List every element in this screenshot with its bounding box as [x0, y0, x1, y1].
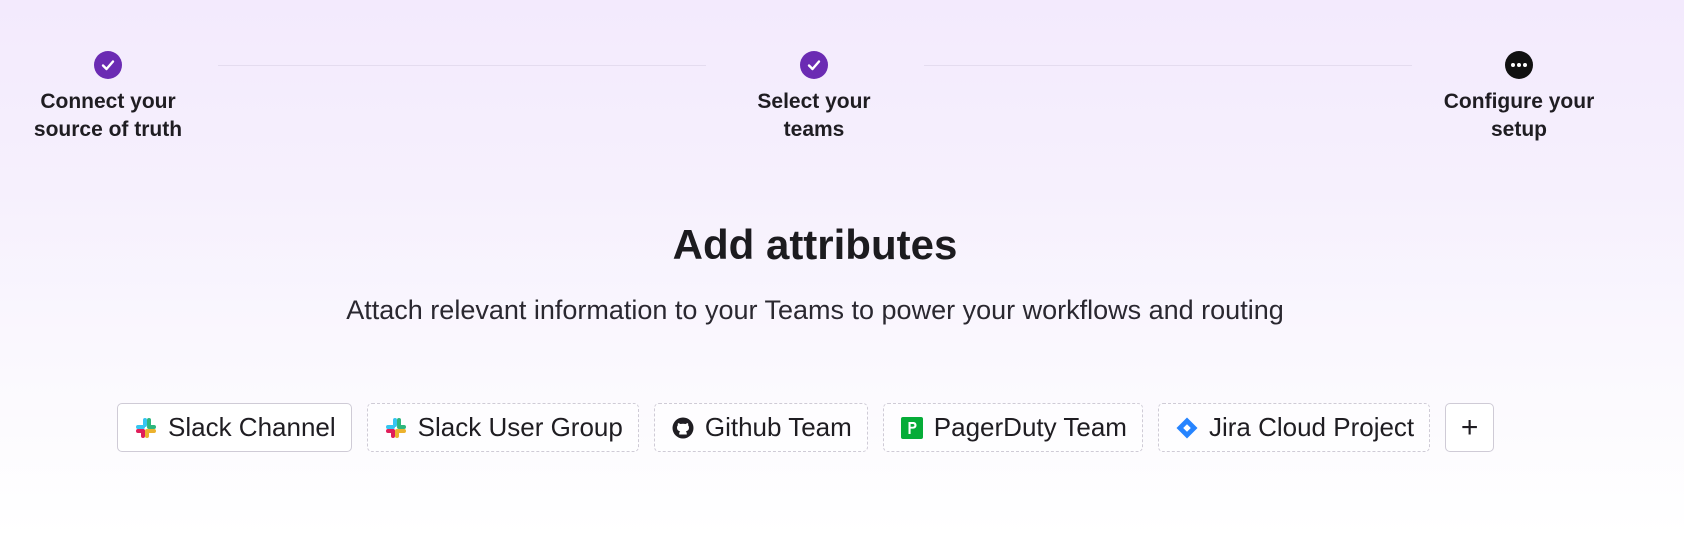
page-title: Add attributes [672, 221, 958, 268]
step-connector [218, 65, 706, 66]
attribute-chip-pagerduty-team[interactable]: PagerDuty Team [882, 403, 1143, 452]
check-icon [94, 51, 122, 79]
attribute-chip-jira-cloud-project[interactable]: Jira Cloud Project [1157, 403, 1431, 452]
progress-stepper: Connect your source of truth Select your… [0, 0, 1684, 160]
check-icon [800, 51, 828, 79]
attribute-chip-label: Slack User Group [417, 412, 623, 442]
step-label: Select your teams [757, 90, 871, 141]
add-attribute-button[interactable]: + [1445, 403, 1495, 452]
attribute-chip-slack-channel[interactable]: Slack Channel [117, 403, 352, 452]
step-connect-source: Connect your source of truth [8, 51, 208, 144]
github-icon [671, 416, 695, 440]
step-label: Configure your setup [1443, 90, 1595, 141]
plus-icon: + [1460, 410, 1479, 444]
jira-icon [1175, 416, 1199, 440]
step-connector [924, 65, 1412, 66]
slack-icon [384, 416, 408, 440]
attribute-options: Slack Channel Slack User Group Github Te [117, 403, 1495, 452]
attribute-chip-label: Jira Cloud Project [1208, 412, 1415, 442]
attribute-chip-label: PagerDuty Team [933, 412, 1127, 442]
pagerduty-icon [900, 416, 924, 440]
attribute-chip-slack-user-group[interactable]: Slack User Group [366, 403, 639, 452]
step-label: Connect your source of truth [33, 90, 183, 141]
page-subtitle: Attach relevant information to your Team… [346, 295, 1284, 325]
step-configure-setup: Configure your setup [1419, 51, 1619, 144]
attribute-chip-label: Github Team [704, 412, 852, 442]
step-select-teams: Select your teams [714, 51, 914, 144]
slack-icon [134, 416, 158, 440]
attribute-chip-label: Slack Channel [168, 412, 336, 442]
attribute-chip-github-team[interactable]: Github Team [653, 403, 868, 452]
ellipsis-icon [1505, 51, 1533, 79]
